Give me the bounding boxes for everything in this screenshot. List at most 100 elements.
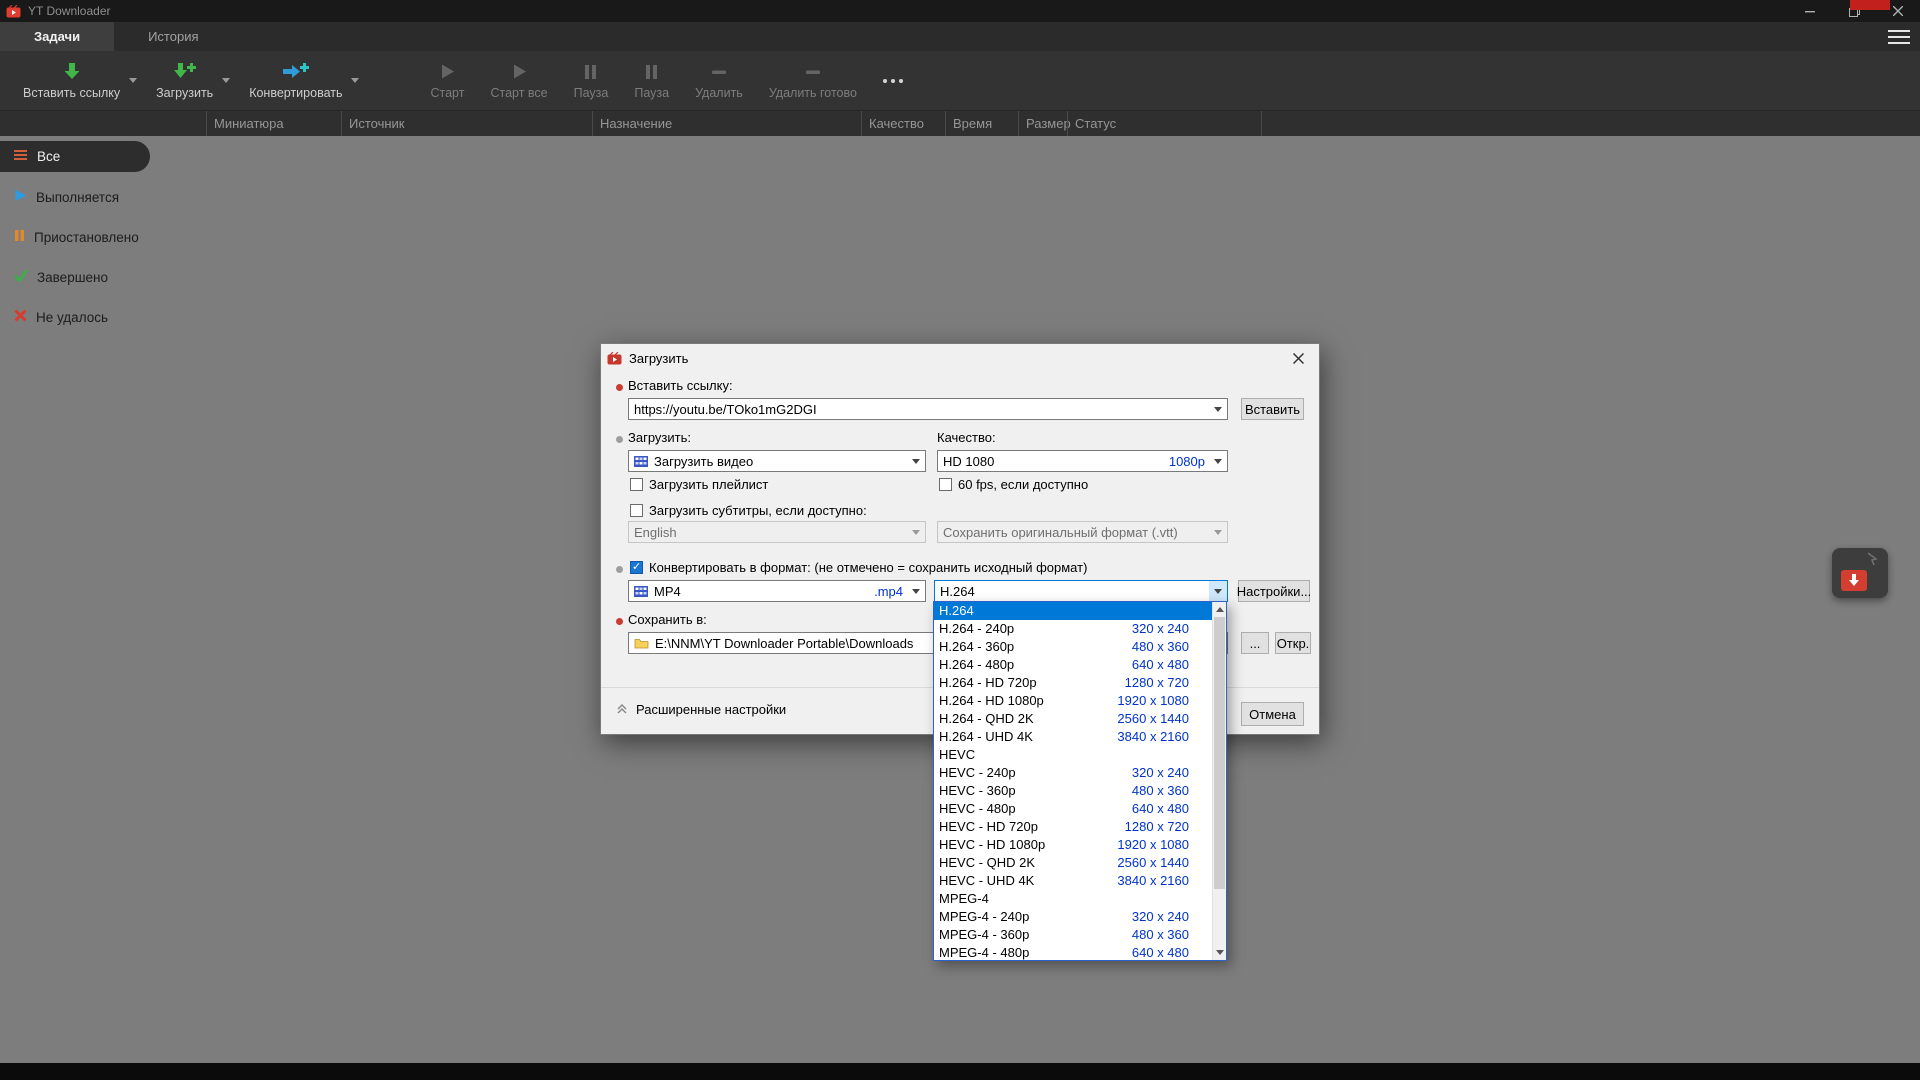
paste-button[interactable]: Вставить bbox=[1241, 398, 1304, 420]
dropdown-scrollbar[interactable] bbox=[1212, 602, 1226, 960]
advanced-settings-toggle[interactable]: Расширенные настройки bbox=[616, 702, 786, 717]
sidebar-item-completed[interactable]: Завершено bbox=[0, 262, 108, 292]
start-all-button[interactable]: Старт все bbox=[477, 51, 560, 110]
paste-link-dropdown-caret[interactable] bbox=[129, 51, 143, 110]
pause-all-icon bbox=[645, 62, 658, 82]
sidebar-item-failed[interactable]: Не удалось bbox=[0, 302, 108, 332]
download-target-icon bbox=[1841, 570, 1867, 591]
codec-option-label: H.264 bbox=[939, 602, 974, 620]
more-button[interactable] bbox=[870, 51, 916, 110]
column-source[interactable]: Источник bbox=[341, 111, 592, 136]
format-caret[interactable] bbox=[907, 581, 925, 601]
scrollbar-thumb[interactable] bbox=[1214, 617, 1225, 889]
cancel-button[interactable]: Отмена bbox=[1241, 702, 1304, 726]
codec-option[interactable]: MPEG-4 - 360p480 x 360 bbox=[934, 926, 1212, 944]
codec-option[interactable]: HEVC - HD 1080p1920 x 1080 bbox=[934, 836, 1212, 854]
minimize-button[interactable] bbox=[1788, 0, 1832, 22]
codec-option[interactable]: MPEG-4 - 480p640 x 480 bbox=[934, 944, 1212, 960]
checkbox-icon[interactable] bbox=[630, 478, 643, 491]
codec-option[interactable]: HEVC - 360p480 x 360 bbox=[934, 782, 1212, 800]
codec-option[interactable]: HEVC - UHD 4K3840 x 2160 bbox=[934, 872, 1212, 890]
main-toolbar: Вставить ссылку Загрузить Конвертировать… bbox=[0, 51, 1920, 110]
codec-option[interactable]: H.264 - 480p640 x 480 bbox=[934, 656, 1212, 674]
codec-option-label: HEVC - QHD 2K bbox=[939, 854, 1035, 872]
pause-all-button[interactable]: Пауза bbox=[621, 51, 682, 110]
codec-option[interactable]: H.264 - QHD 2K2560 x 1440 bbox=[934, 710, 1212, 728]
column-destination[interactable]: Назначение bbox=[592, 111, 861, 136]
column-quality[interactable]: Качество bbox=[861, 111, 945, 136]
codec-option[interactable]: H.264 - 360p480 x 360 bbox=[934, 638, 1212, 656]
playlist-checkbox[interactable]: Загрузить плейлист bbox=[630, 477, 768, 492]
titlebar-red-indicator bbox=[1850, 0, 1890, 10]
codec-option[interactable]: HEVC bbox=[934, 746, 1212, 764]
download-mode-caret[interactable] bbox=[907, 451, 925, 471]
codec-option[interactable]: MPEG-4 bbox=[934, 890, 1212, 908]
tab-tasks[interactable]: Задачи bbox=[0, 22, 114, 51]
quality-caret[interactable] bbox=[1209, 451, 1227, 471]
codec-option-label: H.264 - 480p bbox=[939, 656, 1014, 674]
codec-option-label: MPEG-4 - 360p bbox=[939, 926, 1029, 944]
menu-icon[interactable] bbox=[1888, 29, 1910, 45]
sidebar-item-paused[interactable]: Приостановлено bbox=[0, 222, 139, 252]
format-combo[interactable]: MP4 .mp4 bbox=[628, 580, 926, 602]
section-bullet bbox=[616, 566, 623, 573]
subtitles-checkbox[interactable]: Загрузить субтитры, если доступно: bbox=[630, 503, 867, 518]
column-status[interactable]: Статус bbox=[1067, 111, 1261, 136]
scroll-up-icon[interactable] bbox=[1213, 602, 1227, 617]
codec-combo[interactable]: H.264 bbox=[934, 580, 1228, 602]
paste-link-label: Вставить ссылку: bbox=[628, 378, 733, 393]
codec-option-label: HEVC - 240p bbox=[939, 764, 1016, 782]
codec-option-resolution: 640 x 480 bbox=[1132, 800, 1212, 818]
checkbox-icon[interactable] bbox=[939, 478, 952, 491]
column-time[interactable]: Время bbox=[945, 111, 1018, 136]
paste-link-button[interactable]: Вставить ссылку bbox=[10, 51, 133, 110]
convert-dropdown-caret[interactable] bbox=[351, 51, 365, 110]
codec-option[interactable]: HEVC - 480p640 x 480 bbox=[934, 800, 1212, 818]
pause-button[interactable]: Пауза bbox=[561, 51, 622, 110]
dialog-titlebar[interactable]: Загрузить bbox=[601, 344, 1319, 372]
codec-option[interactable]: HEVC - 240p320 x 240 bbox=[934, 764, 1212, 782]
codec-dropdown-list[interactable]: H.264H.264 - 240p320 x 240H.264 - 360p48… bbox=[933, 601, 1227, 961]
convert-checkbox[interactable]: Конвертировать в формат: (не отмечено = … bbox=[630, 560, 1087, 575]
dialog-close-button[interactable] bbox=[1277, 344, 1319, 372]
sidebar-item-all[interactable]: Все bbox=[0, 141, 150, 172]
codec-option[interactable]: H.264 - 240p320 x 240 bbox=[934, 620, 1212, 638]
codec-option[interactable]: H.264 - UHD 4K3840 x 2160 bbox=[934, 728, 1212, 746]
open-folder-button[interactable]: Откр. bbox=[1275, 632, 1311, 654]
codec-option[interactable]: HEVC - HD 720p1280 x 720 bbox=[934, 818, 1212, 836]
column-thumbnail[interactable]: Миниатюра bbox=[206, 111, 341, 136]
settings-button[interactable]: Настройки... bbox=[1238, 580, 1310, 602]
drop-zone-widget[interactable] bbox=[1832, 548, 1888, 598]
tab-bar: Задачи История bbox=[0, 22, 1920, 51]
codec-option[interactable]: HEVC - QHD 2K2560 x 1440 bbox=[934, 854, 1212, 872]
start-button[interactable]: Старт bbox=[417, 51, 477, 110]
checkbox-checked-icon[interactable] bbox=[630, 561, 643, 574]
task-list-header: Миниатюра Источник Назначение Качество В… bbox=[0, 110, 1920, 136]
scroll-down-icon[interactable] bbox=[1213, 945, 1227, 960]
codec-option-label: H.264 - 360p bbox=[939, 638, 1014, 656]
codec-caret[interactable] bbox=[1209, 581, 1227, 601]
section-bullet bbox=[616, 436, 623, 443]
convert-button[interactable]: Конвертировать bbox=[236, 51, 355, 110]
codec-option[interactable]: H.264 - HD 720p1280 x 720 bbox=[934, 674, 1212, 692]
codec-option-resolution: 1280 x 720 bbox=[1125, 674, 1212, 692]
browse-button[interactable]: ... bbox=[1241, 632, 1269, 654]
download-dropdown-caret[interactable] bbox=[222, 51, 236, 110]
column-size[interactable]: Размер bbox=[1018, 111, 1067, 136]
codec-option[interactable]: H.264 - HD 1080p1920 x 1080 bbox=[934, 692, 1212, 710]
remove-completed-button[interactable]: Удалить готово bbox=[756, 51, 870, 110]
quality-tag: 1080p bbox=[1169, 454, 1205, 469]
sidebar-item-running[interactable]: Выполняется bbox=[0, 182, 119, 212]
download-button[interactable]: Загрузить bbox=[143, 51, 226, 110]
download-mode-combo[interactable]: Загрузить видео bbox=[628, 450, 926, 472]
url-dropdown-caret[interactable] bbox=[1209, 399, 1227, 419]
codec-option-resolution: 3840 x 2160 bbox=[1117, 872, 1212, 890]
quality-combo[interactable]: HD 1080 1080p bbox=[937, 450, 1228, 472]
codec-option[interactable]: MPEG-4 - 240p320 x 240 bbox=[934, 908, 1212, 926]
tab-history[interactable]: История bbox=[114, 22, 232, 51]
remove-button[interactable]: Удалить bbox=[682, 51, 756, 110]
fps-checkbox[interactable]: 60 fps, если доступно bbox=[939, 477, 1088, 492]
checkbox-icon[interactable] bbox=[630, 504, 643, 517]
url-input[interactable]: https://youtu.be/TOko1mG2DGI bbox=[628, 398, 1228, 420]
codec-option[interactable]: H.264 bbox=[934, 602, 1212, 620]
